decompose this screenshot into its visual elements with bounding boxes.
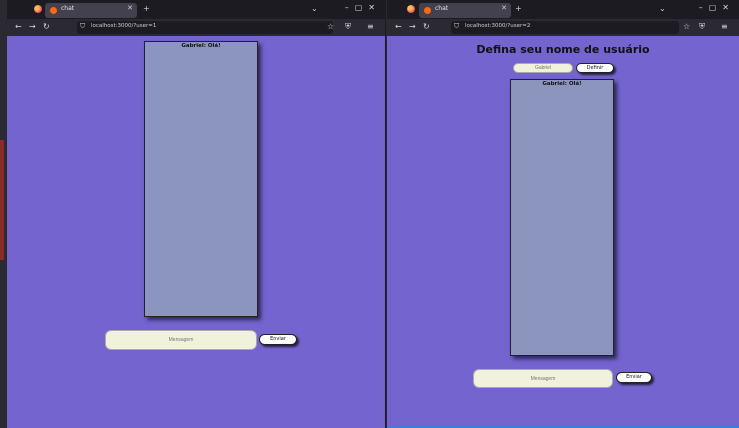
chat-message: Gabriel: Olá! xyxy=(181,43,221,49)
tab-chat[interactable]: chat ✕ xyxy=(419,3,511,18)
message-input[interactable] xyxy=(105,330,257,350)
page-content: Defina seu nome de usuário Definir Gabri… xyxy=(387,36,739,428)
menu-icon[interactable]: ≡ xyxy=(721,22,728,31)
bookmark-star-icon[interactable]: ☆ xyxy=(327,22,334,31)
new-tab-icon[interactable]: + xyxy=(143,4,150,13)
define-username-button[interactable]: Definir xyxy=(576,63,614,73)
send-button[interactable]: Enviar xyxy=(259,334,297,345)
menu-icon[interactable]: ≡ xyxy=(367,22,374,31)
tab-close-icon[interactable]: ✕ xyxy=(501,4,507,12)
tab-title: chat xyxy=(435,5,449,12)
new-tab-icon[interactable]: + xyxy=(515,4,522,13)
message-input[interactable] xyxy=(473,369,613,388)
security-icon: ⛉ xyxy=(454,22,460,30)
back-icon[interactable]: ← xyxy=(15,22,22,31)
shield-icon[interactable]: ⛨ xyxy=(345,22,351,32)
page-title: Defina seu nome de usuário xyxy=(476,43,650,56)
reload-icon[interactable]: ↻ xyxy=(43,22,50,31)
window-controls[interactable]: –▢✕ xyxy=(345,3,381,12)
background-window-strip xyxy=(0,140,4,260)
tab-chat[interactable]: chat ✕ xyxy=(45,3,137,18)
tab-list-icon[interactable]: ⌄ xyxy=(659,4,666,13)
shield-icon[interactable]: ⛨ xyxy=(699,22,705,32)
send-button[interactable]: Enviar xyxy=(616,372,652,383)
browser-window-right: chat ✕ + ⌄ –▢✕ ← → ↻ ⛉ localhost:3000/?u… xyxy=(386,0,739,428)
forward-icon[interactable]: → xyxy=(29,22,36,31)
forward-icon[interactable]: → xyxy=(409,22,416,31)
firefox-icon xyxy=(34,5,42,13)
nav-bar: ← → ↻ ⛉ localhost:3000/?user=2 ☆ ⛨ ≡ xyxy=(387,19,739,36)
url-text: localhost:3000/?user=2 xyxy=(465,23,531,29)
chat-message: Gabriel: Olá! xyxy=(542,81,582,87)
tab-strip: chat ✕ + ⌄ –▢✕ xyxy=(387,0,739,19)
bookmark-star-icon[interactable]: ☆ xyxy=(683,22,690,31)
back-icon[interactable]: ← xyxy=(395,22,402,31)
security-icon: ⛉ xyxy=(80,22,86,30)
url-bar[interactable]: ⛉ localhost:3000/?user=2 xyxy=(451,21,679,34)
tab-favicon-icon xyxy=(424,7,431,14)
tab-list-icon[interactable]: ⌄ xyxy=(311,4,318,13)
chat-messages: Gabriel: Olá! xyxy=(510,79,614,356)
username-input[interactable] xyxy=(513,63,573,73)
reload-icon[interactable]: ↻ xyxy=(423,22,430,31)
tab-favicon-icon xyxy=(50,7,57,14)
url-bar[interactable]: ⛉ localhost:3000/?user=1 xyxy=(77,21,333,34)
url-text: localhost:3000/?user=1 xyxy=(91,23,157,29)
firefox-icon xyxy=(407,5,415,13)
nav-bar: ← → ↻ ⛉ localhost:3000/?user=1 ☆ ⛨ ≡ xyxy=(7,19,385,36)
tab-close-icon[interactable]: ✕ xyxy=(127,4,133,12)
page-content: Gabriel: Olá! Enviar xyxy=(7,36,385,428)
browser-window-left: chat ✕ + ⌄ –▢✕ ← → ↻ ⛉ localhost:3000/?u… xyxy=(6,0,385,428)
chat-messages: Gabriel: Olá! xyxy=(144,41,258,317)
tab-strip: chat ✕ + ⌄ –▢✕ xyxy=(7,0,385,19)
tab-title: chat xyxy=(61,5,75,12)
window-controls[interactable]: –▢✕ xyxy=(699,3,735,12)
